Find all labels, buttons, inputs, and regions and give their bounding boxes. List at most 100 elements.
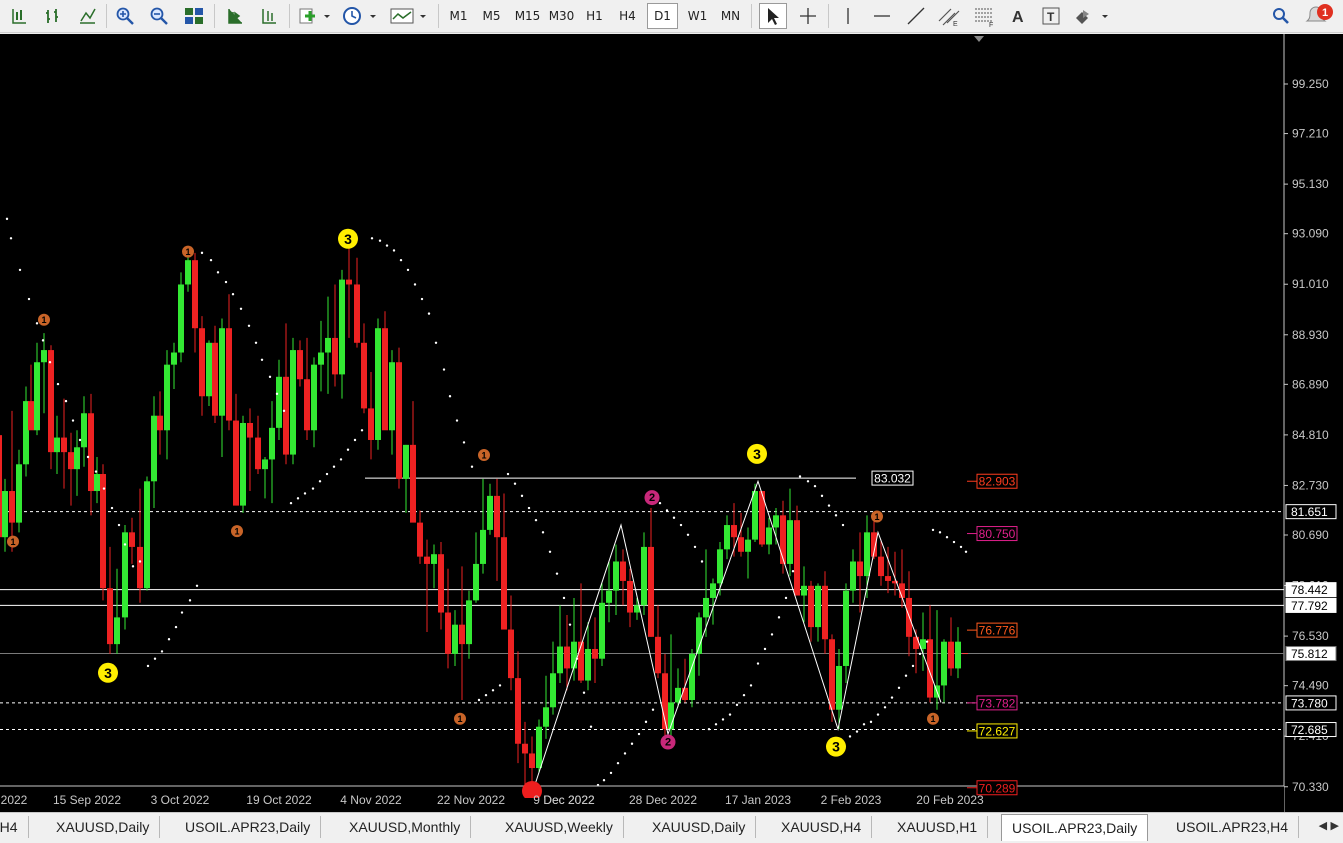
chart-canvas[interactable]: 99.250 97.210 95.130 93.090 91.010 88.930 86.8…	[0, 34, 1343, 812]
parabolic-sar-dot	[110, 506, 114, 510]
periods-icon[interactable]	[340, 3, 378, 29]
crosshair-icon[interactable]	[794, 3, 822, 29]
candle-body	[54, 437, 60, 453]
timeframe-d1[interactable]: D1	[647, 3, 678, 29]
parabolic-sar-dot	[239, 307, 243, 310]
price-axis-label: 97.210	[1292, 127, 1329, 141]
candle-body	[100, 474, 106, 589]
parabolic-sar-dot	[491, 689, 495, 692]
parabolic-sar-dot	[9, 237, 13, 240]
candle-body	[878, 556, 884, 577]
timeframe-mn[interactable]: MN	[716, 3, 745, 29]
parabolic-sar-dot	[296, 497, 300, 500]
candle-body	[68, 452, 74, 470]
shapes-icon[interactable]	[1072, 3, 1112, 29]
parabolic-sar-dot	[925, 640, 929, 643]
parabolic-sar-dot	[806, 480, 810, 483]
parabolic-sar-dot	[513, 482, 517, 485]
candle-body	[801, 585, 807, 596]
price-axis-label: 86.890	[1292, 377, 1329, 391]
candle-body	[557, 646, 563, 674]
search-icon[interactable]	[1268, 3, 1294, 29]
parabolic-sar-dot	[117, 523, 121, 527]
parabolic-sar-dot	[541, 531, 545, 534]
wave-marker-label: 1	[481, 451, 486, 461]
tile-windows-icon[interactable]	[181, 3, 207, 29]
zoom-in-icon[interactable]	[112, 3, 138, 29]
chart-tab-active[interactable]: USOIL.APR23,Daily	[1001, 814, 1149, 841]
parabolic-sar-dot	[644, 720, 648, 724]
parabolic-sar-dot	[763, 647, 767, 651]
zoom-out-icon[interactable]	[146, 3, 172, 29]
chart-tab[interactable]: XAUUSD,Daily	[642, 816, 757, 838]
parabolic-sar-dot	[41, 339, 45, 342]
notification-count: 1	[1322, 7, 1328, 19]
parabolic-sar-dot	[827, 504, 831, 507]
tab-scroll-arrows[interactable]: ◀ ▶	[1319, 819, 1339, 832]
chart-tab[interactable]: XAUUSD,H4	[771, 816, 873, 838]
chart-tab[interactable]: XAUUSD,Monthly	[339, 816, 472, 838]
timeframe-m30[interactable]: M30	[546, 3, 577, 29]
level-label-text: 83.032	[874, 472, 911, 486]
notification-bell-icon[interactable]: 1	[1302, 3, 1336, 29]
candle-body	[703, 597, 709, 618]
parabolic-sar-dot	[378, 239, 382, 242]
templates-icon[interactable]	[388, 3, 428, 29]
parabolic-sar-dot	[658, 501, 662, 505]
fibonacci-icon[interactable]: F	[970, 3, 1000, 29]
parabolic-sar-dot	[728, 713, 732, 716]
timeframe-w1[interactable]: W1	[683, 3, 712, 29]
timeframe-h4[interactable]: H4	[613, 3, 642, 29]
candle-body	[233, 420, 239, 506]
chart-tab[interactable]: 3,H4	[0, 816, 29, 838]
candle-body	[543, 707, 549, 727]
parabolic-sar-dot	[434, 341, 438, 344]
candle-body	[325, 337, 331, 353]
parabolic-sar-dot	[952, 540, 956, 544]
parabolic-sar-dot	[749, 684, 753, 687]
candle-body	[424, 556, 430, 564]
candle-body	[129, 532, 135, 547]
candle-body	[9, 491, 15, 523]
chart-tab[interactable]: XAUUSD,H1	[887, 816, 989, 838]
price-chart[interactable]: 99.250 97.210 95.130 93.090 91.010 88.930 86.8…	[0, 34, 1343, 812]
channel-icon[interactable]: E	[934, 3, 964, 29]
bar-chart-icon[interactable]	[40, 3, 66, 29]
trendline-icon[interactable]	[902, 3, 930, 29]
horizontal-line-icon[interactable]	[868, 3, 896, 29]
auto-scroll-icon[interactable]	[256, 3, 282, 29]
timeframe-h1[interactable]: H1	[580, 3, 609, 29]
chart-tab[interactable]: XAUUSD,Daily	[46, 816, 161, 838]
parabolic-sar-dot	[346, 448, 350, 451]
cursor-icon[interactable]	[759, 3, 787, 29]
candle-body	[445, 612, 451, 654]
parabolic-sar-dot	[392, 249, 396, 252]
new-chart-icon[interactable]	[6, 3, 32, 29]
parabolic-sar-dot	[200, 251, 204, 255]
timeframe-m5[interactable]: M5	[477, 3, 506, 29]
parabolic-sar-dot	[477, 698, 481, 702]
chart-tab[interactable]: XAUUSD,Weekly	[495, 816, 624, 838]
candle-body	[857, 561, 863, 577]
wave-marker-label: 1	[185, 247, 190, 257]
candle-body	[829, 639, 835, 710]
parabolic-sar-dot	[548, 550, 552, 553]
parabolic-sar-dot	[462, 441, 466, 444]
wave-marker-label: 3	[104, 665, 112, 681]
candle-body	[459, 624, 465, 645]
vertical-line-icon[interactable]	[836, 3, 860, 29]
text-label-icon[interactable]: T	[1038, 3, 1064, 29]
candles-icon[interactable]	[74, 3, 100, 29]
text-icon[interactable]: A	[1006, 3, 1030, 29]
timeframe-m1[interactable]: M1	[444, 3, 473, 29]
chart-tab[interactable]: USOIL.APR23,Daily	[175, 816, 322, 838]
price-axis-label: 99.250	[1292, 77, 1329, 91]
chart-shift-icon[interactable]	[222, 3, 248, 29]
svg-text:A: A	[1012, 9, 1024, 26]
parabolic-sar-dot	[959, 545, 963, 549]
candle-body	[452, 624, 458, 654]
indicators-icon[interactable]	[296, 3, 332, 29]
chart-tab[interactable]: USOIL.APR23,H4	[1166, 816, 1300, 838]
timeframe-m15[interactable]: M15	[510, 3, 545, 29]
candle-body	[787, 520, 793, 564]
